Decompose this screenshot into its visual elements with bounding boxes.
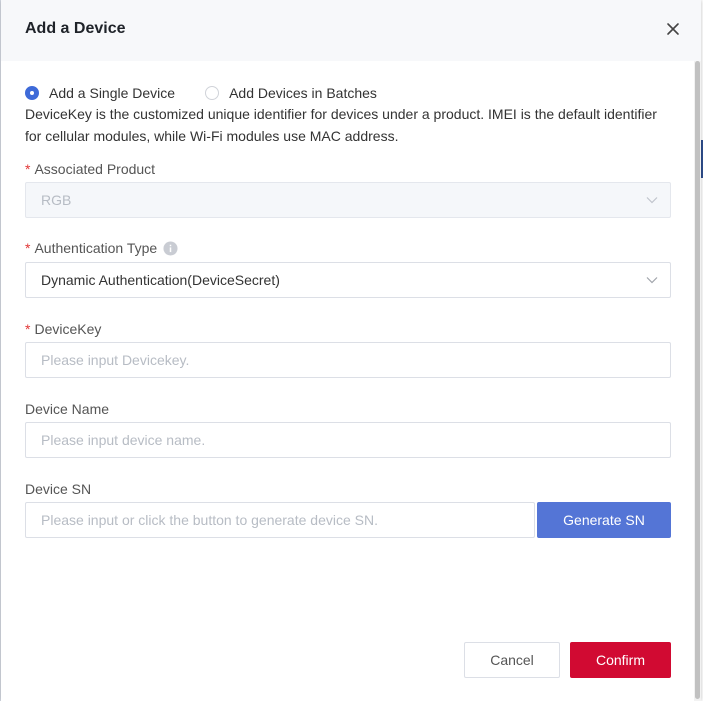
device-name-label-text: Device Name	[25, 401, 110, 417]
auth-type-label: * Authentication Type	[25, 240, 178, 256]
devicekey-description: DeviceKey is the customized unique ident…	[25, 106, 657, 144]
chevron-down-icon	[646, 277, 658, 284]
generate-sn-button[interactable]: Generate SN	[537, 502, 671, 538]
confirm-button[interactable]: Confirm	[570, 642, 671, 678]
device-name-field[interactable]	[25, 422, 671, 458]
cancel-button[interactable]: Cancel	[464, 642, 560, 678]
radio-single-device[interactable]: Add a Single Device	[25, 85, 175, 101]
devicekey-label-text: DeviceKey	[34, 321, 102, 337]
close-icon	[667, 23, 679, 35]
auth-type-value: Dynamic Authentication(DeviceSecret)	[41, 272, 280, 288]
associated-product-label-text: Associated Product	[34, 161, 156, 177]
required-mark: *	[25, 240, 31, 256]
radio-unchecked-indicator	[205, 86, 220, 100]
devicekey-field[interactable]	[25, 342, 671, 378]
radio-checked-indicator	[25, 86, 39, 100]
device-name-input[interactable]	[41, 432, 670, 448]
radio-batch-devices-label: Add Devices in Batches	[229, 85, 377, 101]
info-icon[interactable]	[163, 240, 178, 256]
device-sn-field[interactable]	[25, 502, 535, 538]
add-device-dialog: Add a Device Add a Single Device Add Dev…	[1, 0, 701, 701]
devicekey-label: * DeviceKey	[25, 321, 101, 337]
dialog-header: Add a Device	[1, 0, 701, 61]
dialog-title: Add a Device	[25, 20, 126, 37]
auth-type-label-text: Authentication Type	[34, 240, 158, 256]
close-button[interactable]	[661, 17, 685, 41]
radio-single-device-label: Add a Single Device	[49, 85, 176, 101]
radio-batch-devices[interactable]: Add Devices in Batches	[205, 85, 377, 101]
device-sn-label: Device SN	[25, 481, 91, 497]
required-mark: *	[25, 321, 31, 337]
device-sn-input[interactable]	[41, 512, 534, 528]
chevron-down-icon	[646, 197, 658, 204]
device-name-label: Device Name	[25, 401, 109, 417]
device-sn-label-text: Device SN	[25, 481, 92, 497]
add-mode-radio-group: Add a Single Device Add Devices in Batch…	[25, 84, 377, 102]
associated-product-label: * Associated Product	[25, 161, 155, 177]
required-mark: *	[25, 161, 31, 177]
associated-product-value: RGB	[41, 192, 72, 208]
auth-type-select[interactable]: Dynamic Authentication(DeviceSecret)	[25, 262, 671, 298]
associated-product-select[interactable]: RGB	[25, 182, 671, 218]
devicekey-input[interactable]	[41, 352, 670, 368]
scrollbar-thumb[interactable]	[695, 61, 700, 699]
